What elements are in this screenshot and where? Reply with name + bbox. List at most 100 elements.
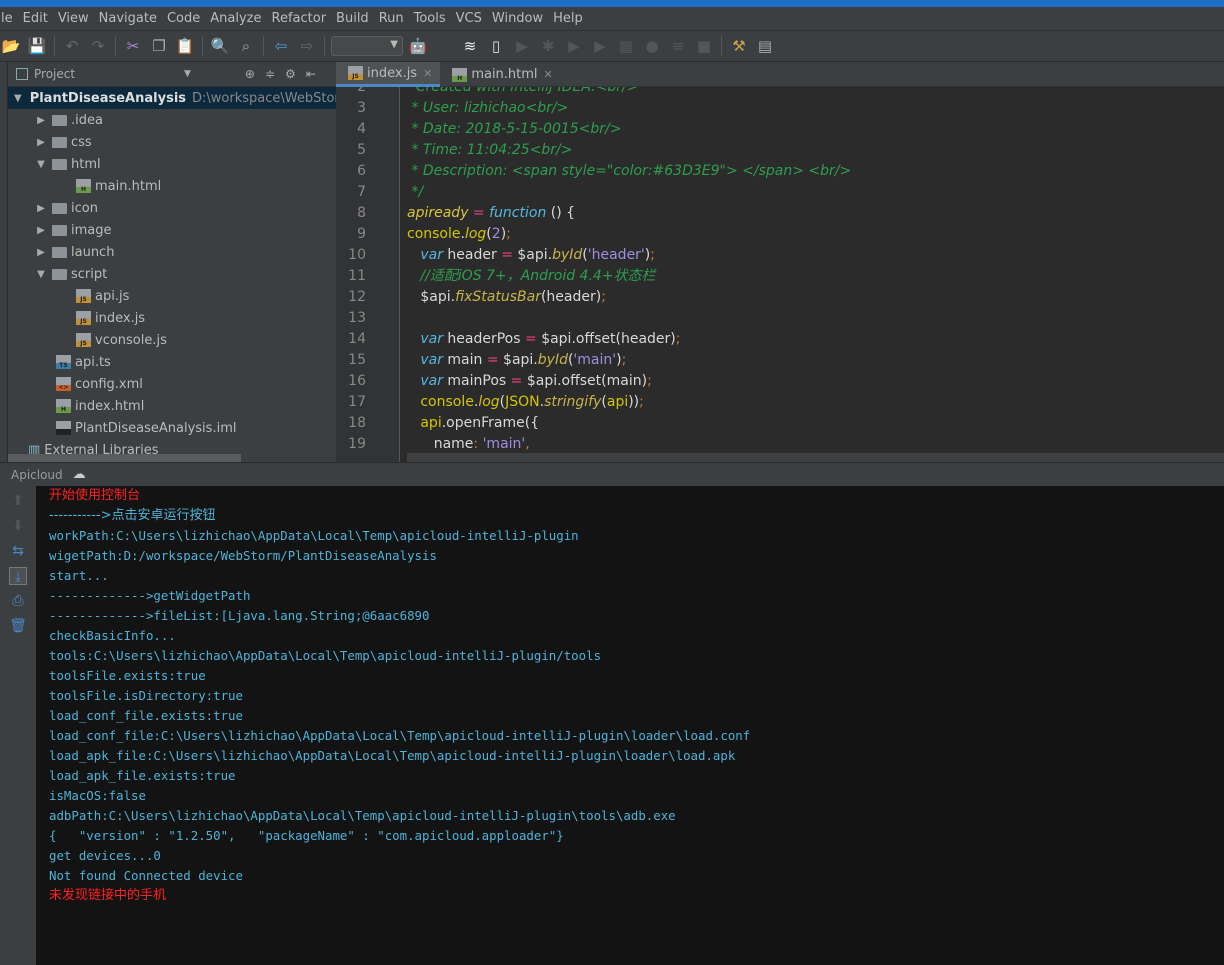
back-icon[interactable]: ⇦: [270, 35, 292, 57]
tree-item-main-html[interactable]: Hmain.html: [8, 175, 336, 197]
collapsed-arrow-icon[interactable]: ▶: [34, 137, 48, 148]
tree-item-config-xml[interactable]: <> config.xml: [8, 373, 336, 395]
tab-main-html[interactable]: Hmain.html ✕: [440, 62, 560, 87]
menu-window[interactable]: Window: [487, 11, 548, 26]
open-icon[interactable]: 📂: [0, 35, 22, 57]
code-text: apiready = function () {: [407, 203, 575, 224]
build-icon[interactable]: ≡: [667, 35, 689, 57]
record-icon[interactable]: ●: [641, 35, 663, 57]
chevron-down-icon[interactable]: ▼: [184, 69, 191, 79]
run-icon[interactable]: ▶: [511, 35, 533, 57]
tab-label: main.html: [471, 67, 538, 82]
tree-item-script[interactable]: ▼ script: [8, 263, 336, 285]
forward-icon[interactable]: ⇨: [296, 35, 318, 57]
undo-icon[interactable]: ↶: [61, 35, 83, 57]
print-icon[interactable]: ⎙: [9, 592, 27, 610]
redo-icon[interactable]: ↷: [87, 35, 109, 57]
tree-item-image[interactable]: ▶ image: [8, 219, 336, 241]
wifi-icon[interactable]: ≋: [459, 35, 481, 57]
scroll-to-end-icon[interactable]: ⤓: [9, 567, 27, 585]
code-token: mainPos: [447, 373, 511, 389]
menu-view[interactable]: View: [53, 11, 94, 26]
code-token: * User: lizhichao<br/>: [407, 100, 569, 116]
apple-icon[interactable]: [433, 35, 455, 57]
code-token: 'main': [573, 352, 617, 368]
collapsed-arrow-icon[interactable]: ▶: [34, 247, 48, 258]
menu-analyze[interactable]: Analyze: [205, 11, 266, 26]
tree-item-api-js[interactable]: JS api.js: [8, 285, 336, 307]
tree-item--idea[interactable]: ▶ .idea: [8, 109, 336, 131]
editor-tabs: JS index.js ✕ Hmain.html ✕: [336, 62, 1224, 87]
up-icon[interactable]: ⬆: [9, 492, 27, 510]
console-line: ------------->fileList:[Ljava.lang.Strin…: [49, 608, 430, 623]
menu-tools[interactable]: Tools: [409, 11, 451, 26]
menu-refactor[interactable]: Refactor: [267, 11, 332, 26]
menu-le[interactable]: le: [0, 11, 18, 26]
console-output[interactable]: 开始使用控制台 ----------->点击安卓运行按钮 workPath:C:\U…: [36, 486, 1224, 965]
cut-icon[interactable]: ✂: [122, 35, 144, 57]
menu-run[interactable]: Run: [374, 11, 409, 26]
debug-icon[interactable]: ✱: [537, 35, 559, 57]
code-token: console: [407, 226, 461, 242]
iml-file-icon: [56, 421, 71, 435]
run-config-dropdown[interactable]: [331, 36, 403, 56]
expanded-arrow-icon[interactable]: ▼: [34, 269, 48, 280]
run-coverage-icon[interactable]: ▶: [563, 35, 585, 57]
trash-icon[interactable]: 🗑: [9, 617, 27, 635]
sdk-manager-icon[interactable]: ▤: [754, 35, 776, 57]
menu-vcs[interactable]: VCS: [451, 11, 487, 26]
editor-scrollbar[interactable]: [407, 453, 1224, 462]
tree-item-api-ts[interactable]: TS api.ts: [8, 351, 336, 373]
tree-item-index-js[interactable]: JS index.js: [8, 307, 336, 329]
device-icon[interactable]: ▯: [485, 35, 507, 57]
project-structure-icon[interactable]: ⚒: [728, 35, 750, 57]
tab-index-js[interactable]: JS index.js ✕: [336, 62, 441, 87]
code-token: api: [407, 415, 442, 431]
expanded-arrow-icon[interactable]: ▼: [14, 93, 22, 104]
menu-build[interactable]: Build: [331, 11, 374, 26]
tree-item-plantdiseaseanalysis[interactable]: ▼ PlantDiseaseAnalysis D:\workspace\WebSto…: [8, 87, 336, 109]
menu-help[interactable]: Help: [548, 11, 588, 26]
project-view-selector[interactable]: Project: [34, 67, 184, 81]
tree-item-launch[interactable]: ▶ launch: [8, 241, 336, 263]
menu-navigate[interactable]: Navigate: [94, 11, 162, 26]
code-editor[interactable]: 2 Created with IntelliJ IDEA.<br/> 3 * Us…: [336, 87, 1224, 462]
console-line: get devices...0: [49, 848, 161, 863]
tree-item-plantdiseaseanalysis-iml[interactable]: PlantDiseaseAnalysis.iml: [8, 417, 336, 439]
close-tab-icon[interactable]: ✕: [423, 67, 432, 80]
console-line: toolsFile.isDirectory:true: [49, 688, 243, 703]
profile-icon[interactable]: ▶: [589, 35, 611, 57]
find-icon[interactable]: 🔍: [209, 35, 231, 57]
collapse-icon[interactable]: ≑: [265, 67, 275, 81]
tree-item-html[interactable]: ▼ html: [8, 153, 336, 175]
tree-item-vconsole-js[interactable]: JS vconsole.js: [8, 329, 336, 351]
close-tab-icon[interactable]: ✕: [544, 68, 553, 81]
tree-item-label: api.ts: [75, 354, 111, 370]
project-scrollbar[interactable]: [8, 454, 241, 462]
collapsed-arrow-icon[interactable]: ▶: [34, 115, 48, 126]
collapsed-arrow-icon[interactable]: ▶: [34, 203, 48, 214]
code-token: headerPos: [447, 331, 525, 347]
collapsed-arrow-icon[interactable]: ▶: [34, 225, 48, 236]
tree-item-icon[interactable]: ▶ icon: [8, 197, 336, 219]
save-icon[interactable]: 💾: [26, 35, 48, 57]
gear-icon[interactable]: ⚙: [285, 67, 296, 81]
expanded-arrow-icon[interactable]: ▼: [34, 159, 48, 170]
hide-panel-icon[interactable]: ⇤: [306, 67, 316, 81]
tree-item-index-html[interactable]: Hindex.html: [8, 395, 336, 417]
stop-icon[interactable]: ■: [693, 35, 715, 57]
menu-code[interactable]: Code: [162, 11, 205, 26]
replace-icon[interactable]: ⌕: [235, 35, 257, 57]
soft-wrap-icon[interactable]: ⇆: [9, 542, 27, 560]
js-file-icon: JS: [348, 66, 363, 80]
tool-window-title[interactable]: Apicloud: [11, 468, 63, 482]
android-icon[interactable]: 🤖: [407, 35, 429, 57]
tree-item-css[interactable]: ▶ css: [8, 131, 336, 153]
tree-item-label: api.js: [95, 288, 130, 304]
down-icon[interactable]: ⬇: [9, 517, 27, 535]
attach-icon[interactable]: ▦: [615, 35, 637, 57]
locate-icon[interactable]: ⊕: [245, 67, 255, 81]
copy-icon[interactable]: ❐: [148, 35, 170, 57]
paste-icon[interactable]: 📋: [174, 35, 196, 57]
menu-edit[interactable]: Edit: [18, 11, 53, 26]
